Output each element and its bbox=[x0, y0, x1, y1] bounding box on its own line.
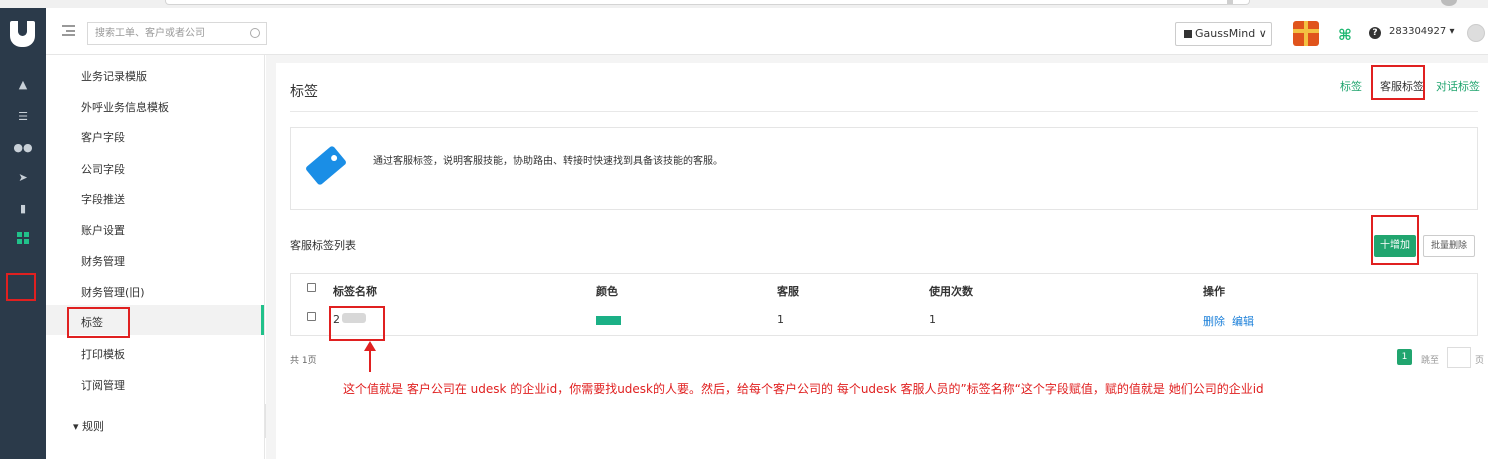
user-menu[interactable]: 283304927 ▾ bbox=[1389, 26, 1454, 37]
select-all-checkbox[interactable] bbox=[307, 283, 316, 292]
highlight-box-apps bbox=[6, 273, 36, 301]
page-number-button[interactable]: 1 bbox=[1397, 349, 1412, 365]
workspace-icon bbox=[1184, 30, 1192, 38]
sidemenu-item-finance[interactable]: 财务管理 bbox=[81, 253, 125, 269]
book-icon[interactable]: ▮ bbox=[0, 196, 46, 220]
browser-strip bbox=[0, 0, 1488, 8]
column-actions: 操作 bbox=[1203, 285, 1225, 298]
annotation-arrow bbox=[369, 347, 371, 372]
udesk-logo-icon[interactable] bbox=[10, 21, 35, 47]
sidemenu-item-company-fields[interactable]: 公司字段 bbox=[81, 161, 125, 177]
info-box: 通过客服标签，说明客服技能，协助路由、转接时快速找到具备该技能的客服。 bbox=[290, 127, 1478, 210]
highlight-box-tags bbox=[67, 307, 130, 338]
table-row: 2 1 1 删除 编辑 bbox=[290, 303, 1478, 336]
search-input[interactable]: 搜索工单、客户或者公司 bbox=[87, 22, 267, 45]
sidemenu-item-subscriptions[interactable]: 订阅管理 bbox=[81, 377, 125, 393]
tag-icon bbox=[304, 145, 348, 186]
delete-link[interactable]: 删除 bbox=[1203, 313, 1225, 329]
tab-tags[interactable]: 标签 bbox=[1340, 78, 1362, 94]
wifi-icon[interactable]: ⌘ bbox=[1338, 26, 1352, 44]
address-bar[interactable] bbox=[165, 0, 1250, 5]
gift-icon[interactable] bbox=[1293, 21, 1319, 46]
sidemenu-item-account-settings[interactable]: 账户设置 bbox=[81, 222, 125, 238]
annotation-text: 这个值就是 客户公司在 udesk 的企业id，你需要找udesk的人要。然后，… bbox=[343, 382, 1264, 396]
title-divider bbox=[290, 111, 1478, 112]
column-name: 标签名称 bbox=[333, 285, 377, 298]
sidemenu-item-field-push[interactable]: 字段推送 bbox=[81, 191, 125, 207]
sidemenu-item-business-record-template[interactable]: 业务记录模版 bbox=[81, 68, 147, 84]
batch-delete-button[interactable]: 批量删除 bbox=[1423, 235, 1475, 257]
search-icon[interactable] bbox=[250, 28, 260, 38]
top-bar: 搜索工单、客户或者公司 GaussMind ∨ ⌘ ? 283304927 ▾ bbox=[46, 8, 1488, 55]
page-title: 标签 bbox=[290, 84, 318, 100]
help-icon[interactable]: ? bbox=[1369, 27, 1381, 39]
list-title: 客服标签列表 bbox=[290, 239, 356, 252]
tab-conversation-tags[interactable]: 对话标签 bbox=[1436, 78, 1480, 94]
jump-label: 跳至 bbox=[1421, 356, 1440, 366]
sidemenu-item-rules[interactable]: ▾ 规则 bbox=[73, 418, 104, 434]
workspace-select[interactable]: GaussMind ∨ bbox=[1175, 22, 1272, 46]
sidemenu-item-customer-fields[interactable]: 客户字段 bbox=[81, 129, 125, 145]
row-checkbox[interactable] bbox=[307, 312, 316, 321]
menu-toggle-icon[interactable] bbox=[62, 25, 75, 36]
browser-extension-icon[interactable] bbox=[1227, 0, 1233, 4]
list-icon[interactable]: ☰ bbox=[0, 104, 46, 128]
browser-profile-icon[interactable] bbox=[1441, 0, 1457, 6]
agents-cell: 1 bbox=[777, 313, 784, 326]
column-color: 颜色 bbox=[596, 285, 618, 298]
left-nav-bar: ▲ ☰ ●● ➤ ▮ bbox=[0, 8, 46, 459]
avatar[interactable] bbox=[1467, 24, 1485, 42]
color-swatch bbox=[596, 316, 621, 325]
column-usage: 使用次数 bbox=[929, 285, 973, 298]
sidemenu-item-finance-old[interactable]: 财务管理(旧) bbox=[81, 284, 145, 300]
page-label: 页 bbox=[1475, 356, 1485, 366]
users-icon[interactable]: ●● bbox=[0, 135, 46, 159]
table-header: 标签名称 颜色 客服 使用次数 操作 bbox=[290, 273, 1478, 304]
main-area: 标签 标签 客服标签 对话标签 通过客服标签，说明客服技能，协助路由、转接时快速… bbox=[266, 55, 1488, 459]
apps-grid-icon[interactable] bbox=[0, 226, 46, 250]
usage-cell: 1 bbox=[929, 313, 936, 326]
search-placeholder: 搜索工单、客户或者公司 bbox=[95, 28, 205, 39]
content-panel: 标签 标签 客服标签 对话标签 通过客服标签，说明客服技能，协助路由、转接时快速… bbox=[276, 63, 1488, 459]
highlight-box-tag-name bbox=[329, 306, 385, 341]
send-icon[interactable]: ➤ bbox=[0, 165, 46, 189]
home-icon[interactable]: ▲ bbox=[0, 72, 46, 96]
page-jump-input[interactable] bbox=[1447, 347, 1471, 368]
settings-sidemenu: 业务记录模版 外呼业务信息模板 客户字段 公司字段 字段推送 账户设置 财务管理… bbox=[46, 55, 265, 459]
info-text: 通过客服标签，说明客服技能，协助路由、转接时快速找到具备该技能的客服。 bbox=[373, 156, 723, 167]
workspace-name: GaussMind bbox=[1195, 27, 1256, 40]
column-agents: 客服 bbox=[777, 285, 799, 298]
pagination-total: 共 1页 bbox=[290, 356, 317, 366]
sidemenu-item-print-template[interactable]: 打印模板 bbox=[81, 346, 125, 362]
highlight-box-add bbox=[1371, 215, 1419, 265]
highlight-box-agent-tags bbox=[1371, 65, 1425, 100]
edit-link[interactable]: 编辑 bbox=[1232, 313, 1254, 329]
sidemenu-item-outbound-info-template[interactable]: 外呼业务信息模板 bbox=[81, 99, 169, 115]
